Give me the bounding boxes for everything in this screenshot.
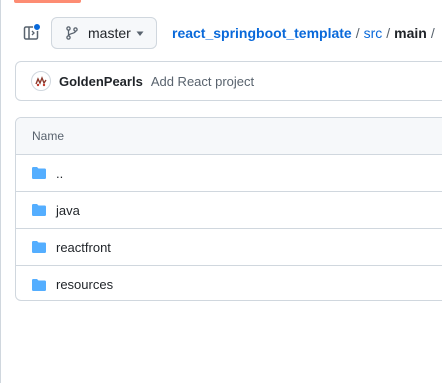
folder-icon [31, 165, 47, 181]
table-header: Name [16, 118, 442, 155]
file-name: java [56, 202, 80, 218]
breadcrumb-src-link[interactable]: src [364, 25, 383, 41]
table-row-java[interactable]: java [16, 192, 442, 229]
file-name: resources [56, 277, 114, 292]
breadcrumb-repo-link[interactable]: react_springboot_template [172, 25, 352, 41]
panel-divider [0, 0, 1, 383]
latest-commit-bar: GoldenPearls Add React project [15, 61, 442, 101]
breadcrumb-current: main [394, 25, 427, 41]
triangle-down-icon [136, 31, 144, 36]
file-name: reactfront [56, 239, 111, 255]
sidebar-toggle-button[interactable] [17, 19, 45, 47]
breadcrumb-trailing-separator: / [430, 25, 435, 41]
notification-dot [33, 23, 41, 31]
commit-author-link[interactable]: GoldenPearls [59, 74, 143, 89]
folder-icon [31, 277, 47, 293]
table-row-resources[interactable]: resources [16, 266, 442, 300]
folder-icon [31, 202, 47, 218]
branch-selector-button[interactable]: master [51, 17, 157, 49]
file-table: Name .. java reactfront resources [15, 117, 442, 301]
git-branch-icon [66, 26, 78, 40]
branch-name: master [88, 25, 131, 41]
commit-message-link[interactable]: Add React project [151, 74, 254, 89]
breadcrumb-separator: / [386, 25, 391, 41]
breadcrumb-separator: / [355, 25, 360, 41]
file-name: .. [56, 165, 64, 181]
table-row-parent[interactable]: .. [16, 155, 442, 192]
column-header-name: Name [32, 129, 65, 143]
breadcrumb: react_springboot_template / src / main / [172, 25, 439, 41]
folder-icon [31, 239, 47, 255]
table-row-reactfront[interactable]: reactfront [16, 229, 442, 266]
active-tab-indicator [14, 0, 81, 3]
repo-file-browser: master react_springboot_template / src / mai… [0, 0, 442, 383]
user-avatar-icon[interactable] [31, 71, 51, 91]
repo-toolbar: master react_springboot_template / src / mai… [0, 17, 442, 49]
